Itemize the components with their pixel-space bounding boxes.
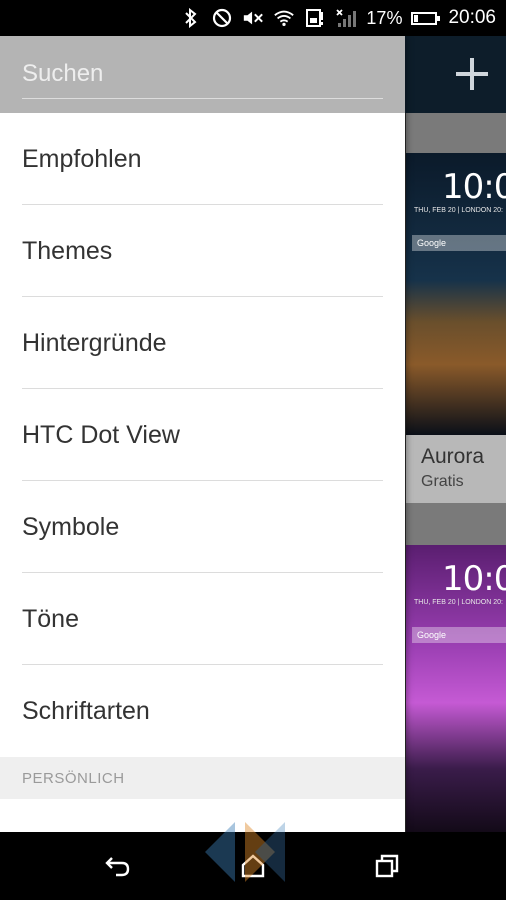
drawer-item-symbole[interactable]: Symbole (0, 481, 405, 573)
muted-icon (242, 7, 264, 29)
drawer-item-label: Töne (22, 604, 79, 633)
theme-name: Aurora (421, 445, 485, 468)
back-icon[interactable] (98, 846, 138, 886)
theme-list: 10:08 THU, FEB 20 | LONDON 20: Google Au… (406, 113, 506, 832)
theme-meta: Aurora Gratis (406, 435, 506, 503)
thumb-date: THU, FEB 20 | LONDON 20: (414, 207, 503, 214)
drawer-item-label: Hintergründe (22, 328, 167, 357)
drawer-item-themes[interactable]: Themes (0, 205, 405, 297)
no-signal-icon (335, 7, 357, 29)
theme-thumbnail: 10:08 THU, FEB 20 | LONDON 20: Google (406, 153, 506, 435)
theme-card[interactable]: 10:08 THU, FEB 20 | LONDON 20: Google (406, 545, 506, 832)
recent-apps-icon[interactable] (367, 846, 407, 886)
thumb-clock: 10:08 (442, 559, 506, 599)
theme-price: Gratis (421, 473, 464, 490)
theme-thumbnail: 10:08 THU, FEB 20 | LONDON 20: Google (406, 545, 506, 832)
drawer-next-item[interactable] (0, 799, 405, 832)
drawer-item-empfohlen[interactable]: Empfohlen (0, 113, 405, 205)
status-bar: 17% 20:06 (0, 0, 506, 36)
battery-icon (411, 11, 441, 25)
wifi-icon (273, 7, 295, 29)
navigation-drawer: Empfohlen Themes Hintergründe HTC Dot Vi… (0, 36, 405, 832)
bluetooth-icon (180, 7, 202, 29)
drawer-item-schriftarten[interactable]: Schriftarten (0, 665, 405, 757)
drawer-item-label: HTC Dot View (22, 420, 180, 449)
drawer-item-hintergruende[interactable]: Hintergründe (0, 297, 405, 389)
drawer-item-label: Empfohlen (22, 144, 142, 173)
theme-card[interactable]: 10:08 THU, FEB 20 | LONDON 20: Google Au… (406, 153, 506, 503)
status-clock: 20:06 (448, 7, 496, 28)
thumb-date: THU, FEB 20 | LONDON 20: (414, 599, 503, 606)
search-input[interactable] (0, 36, 405, 112)
plus-icon[interactable] (452, 54, 492, 94)
data-saver-icon (304, 7, 326, 29)
drawer-item-htc-dot-view[interactable]: HTC Dot View (0, 389, 405, 481)
battery-level-fill (414, 14, 419, 22)
status-icons: 17% 20:06 (180, 0, 496, 36)
drawer-item-label: Themes (22, 236, 113, 265)
do-not-disturb-icon (211, 7, 233, 29)
drawer-menu: Empfohlen Themes Hintergründe HTC Dot Vi… (0, 113, 405, 757)
drawer-item-label: Schriftarten (22, 696, 150, 725)
home-icon[interactable] (233, 846, 273, 886)
drawer-item-label: Symbole (22, 512, 120, 541)
drawer-item-toene[interactable]: Töne (0, 573, 405, 665)
search-underline (22, 98, 383, 99)
thumb-clock: 10:08 (442, 167, 506, 207)
navigation-bar (0, 832, 506, 900)
thumb-search: Google (412, 235, 506, 251)
thumb-search: Google (412, 627, 506, 643)
battery-percentage: 17% (366, 7, 403, 28)
search-bar (0, 36, 405, 113)
section-header-persoenlich: PERSÖNLICH (0, 757, 405, 799)
